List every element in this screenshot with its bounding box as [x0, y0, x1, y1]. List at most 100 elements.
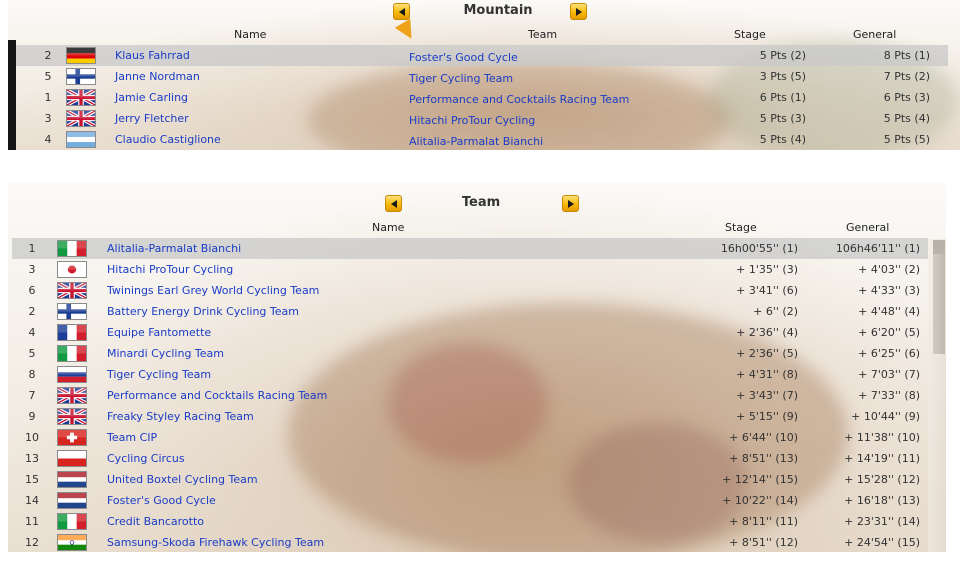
table-row[interactable]: 3 Jerry Fletcher Hitachi ProTour Cycling 5 … [16, 108, 948, 129]
rider-name-link[interactable]: Jerry Fletcher [115, 112, 189, 125]
team-name-link[interactable]: United Boxtel Cycling Team [107, 473, 258, 486]
mountain-prev-button[interactable] [393, 3, 410, 20]
team-name-link[interactable]: Cycling Circus [107, 452, 185, 465]
stage-time: 16h00'55'' (1) [720, 242, 798, 255]
rank-cell: 4 [44, 133, 52, 146]
table-row[interactable]: 12 Samsung-Skoda Firehawk Cycling Team + 8… [12, 532, 928, 552]
general-points: 5 Pts (5) [883, 133, 930, 146]
table-row[interactable]: 4 Equipe Fantomette + 2'36'' (4) + 6'20'' (… [12, 322, 928, 343]
table-row[interactable]: 14 Foster's Good Cycle + 10'22'' (14) + 16'… [12, 490, 928, 511]
general-time: + 7'33'' (8) [858, 389, 920, 402]
team-name-link[interactable]: Samsung-Skoda Firehawk Cycling Team [107, 536, 324, 549]
table-row[interactable]: 1 Jamie Carling Performance and Cocktails … [16, 87, 948, 108]
team-prev-button[interactable] [385, 195, 402, 212]
rank-cell: 13 [25, 452, 39, 465]
team-name-link[interactable]: Team CIP [107, 431, 157, 444]
stage-time: + 6'44'' (10) [729, 431, 798, 444]
team-scrollbar-top[interactable] [933, 240, 945, 254]
team-name-link[interactable]: Performance and Cocktails Racing Team [107, 389, 327, 402]
general-time: + 6'25'' (6) [858, 347, 920, 360]
column-header-stage[interactable]: Stage [725, 221, 757, 234]
team-name-link[interactable]: Twinings Earl Grey World Cycling Team [107, 284, 319, 297]
team-scrollbar[interactable] [933, 240, 945, 354]
team-name-link[interactable]: Hitachi ProTour Cycling [107, 263, 233, 276]
stage-time: + 10'22'' (14) [722, 494, 798, 507]
table-row[interactable]: 1 Alitalia-Parmalat Bianchi 16h00'55'' (1)… [12, 238, 928, 259]
switzerland-flag [57, 429, 87, 446]
stage-time: + 1'35'' (3) [736, 263, 798, 276]
rank-cell: 3 [44, 112, 52, 125]
table-row[interactable]: 13 Cycling Circus + 8'51'' (13) + 14'19'' (… [12, 448, 928, 469]
team-name-link[interactable]: Tiger Cycling Team [409, 72, 513, 85]
general-time: + 11'38'' (10) [844, 431, 920, 444]
mountain-next-button[interactable] [570, 3, 587, 20]
uk-flag [66, 89, 96, 106]
rank-cell: 9 [28, 410, 36, 423]
netherlands-flag [57, 471, 87, 488]
mountain-classification-panel: Mountain Name Team Stage General 2 Klaus … [8, 0, 960, 150]
rank-cell: 8 [28, 368, 36, 381]
table-row[interactable]: 10 Team CIP + 6'44'' (10) + 11'38'' (10) [12, 427, 928, 448]
team-name-link[interactable]: Credit Bancarotto [107, 515, 204, 528]
team-name-link[interactable]: Tiger Cycling Team [107, 368, 211, 381]
rider-name-link[interactable]: Claudio Castiglione [115, 133, 221, 146]
general-time: + 4'33'' (3) [858, 284, 920, 297]
column-header-stage[interactable]: Stage [734, 28, 766, 41]
rider-name-link[interactable]: Janne Nordman [115, 70, 200, 83]
table-row[interactable]: 9 Freaky Styley Racing Team + 5'15'' (9) + … [12, 406, 928, 427]
stage-time: + 2'36'' (5) [736, 347, 798, 360]
table-row[interactable]: 8 Tiger Cycling Team + 4'31'' (8) + 7'03'' … [12, 364, 928, 385]
table-row[interactable]: 5 Janne Nordman Tiger Cycling Team 3 Pts (5… [16, 66, 948, 87]
table-row[interactable]: 7 Performance and Cocktails Racing Team + … [12, 385, 928, 406]
team-name-link[interactable]: Hitachi ProTour Cycling [409, 114, 535, 127]
general-time: + 14'19'' (11) [844, 452, 920, 465]
team-name-link[interactable]: Freaky Styley Racing Team [107, 410, 254, 423]
team-name-link[interactable]: Equipe Fantomette [107, 326, 211, 339]
column-header-general[interactable]: General [846, 221, 889, 234]
team-name-link[interactable]: Alitalia-Parmalat Bianchi [409, 135, 543, 148]
stage-points: 5 Pts (4) [759, 133, 806, 146]
team-name-link[interactable]: Foster's Good Cycle [409, 51, 518, 64]
finland-flag [57, 303, 87, 320]
rank-cell: 4 [28, 326, 36, 339]
rank-cell: 12 [25, 536, 39, 549]
table-row[interactable]: 11 Credit Bancarotto + 8'11'' (11) + 23'31'… [12, 511, 928, 532]
uk-flag [57, 387, 87, 404]
table-row[interactable]: 6 Twinings Earl Grey World Cycling Team + … [12, 280, 928, 301]
team-name-link[interactable]: Alitalia-Parmalat Bianchi [107, 242, 241, 255]
mountain-title: Mountain [463, 3, 533, 18]
column-header-general[interactable]: General [853, 28, 896, 41]
team-name-link[interactable]: Minardi Cycling Team [107, 347, 224, 360]
team-next-button[interactable] [562, 195, 579, 212]
stage-time: + 4'31'' (8) [736, 368, 798, 381]
rider-name-link[interactable]: Klaus Fahrrad [115, 49, 190, 62]
column-header-team[interactable]: Team [528, 28, 557, 41]
table-row[interactable]: 2 Klaus Fahrrad Foster's Good Cycle 5 Pts (… [16, 45, 948, 66]
stage-points: 3 Pts (5) [759, 70, 806, 83]
germany-flag [66, 47, 96, 64]
general-points: 7 Pts (2) [883, 70, 930, 83]
general-time: + 15'28'' (12) [844, 473, 920, 486]
general-time: + 6'20'' (5) [858, 326, 920, 339]
team-name-link[interactable]: Foster's Good Cycle [107, 494, 216, 507]
table-row[interactable]: 15 United Boxtel Cycling Team + 12'14'' (1… [12, 469, 928, 490]
table-row[interactable]: 4 Claudio Castiglione Alitalia-Parmalat Bi… [16, 129, 948, 150]
right-arrow-icon [567, 199, 574, 208]
rank-cell: 6 [28, 284, 36, 297]
team-name-link[interactable]: Performance and Cocktails Racing Team [409, 93, 629, 106]
stage-time: + 5'15'' (9) [736, 410, 798, 423]
uk-flag [57, 282, 87, 299]
finland-flag [66, 68, 96, 85]
rider-name-link[interactable]: Jamie Carling [115, 91, 188, 104]
team-name-link[interactable]: Battery Energy Drink Cycling Team [107, 305, 299, 318]
table-row[interactable]: 5 Minardi Cycling Team + 2'36'' (5) + 6'25'… [12, 343, 928, 364]
stage-time: + 8'11'' (11) [729, 515, 798, 528]
japan-flag [57, 261, 87, 278]
column-header-name[interactable]: Name [234, 28, 266, 41]
rank-cell: 7 [28, 389, 36, 402]
column-header-name[interactable]: Name [372, 221, 404, 234]
table-row[interactable]: 3 Hitachi ProTour Cycling + 1'35'' (3) + 4'… [12, 259, 928, 280]
general-time: + 4'03'' (2) [858, 263, 920, 276]
rank-cell: 11 [25, 515, 39, 528]
table-row[interactable]: 2 Battery Energy Drink Cycling Team + 6'' … [12, 301, 928, 322]
